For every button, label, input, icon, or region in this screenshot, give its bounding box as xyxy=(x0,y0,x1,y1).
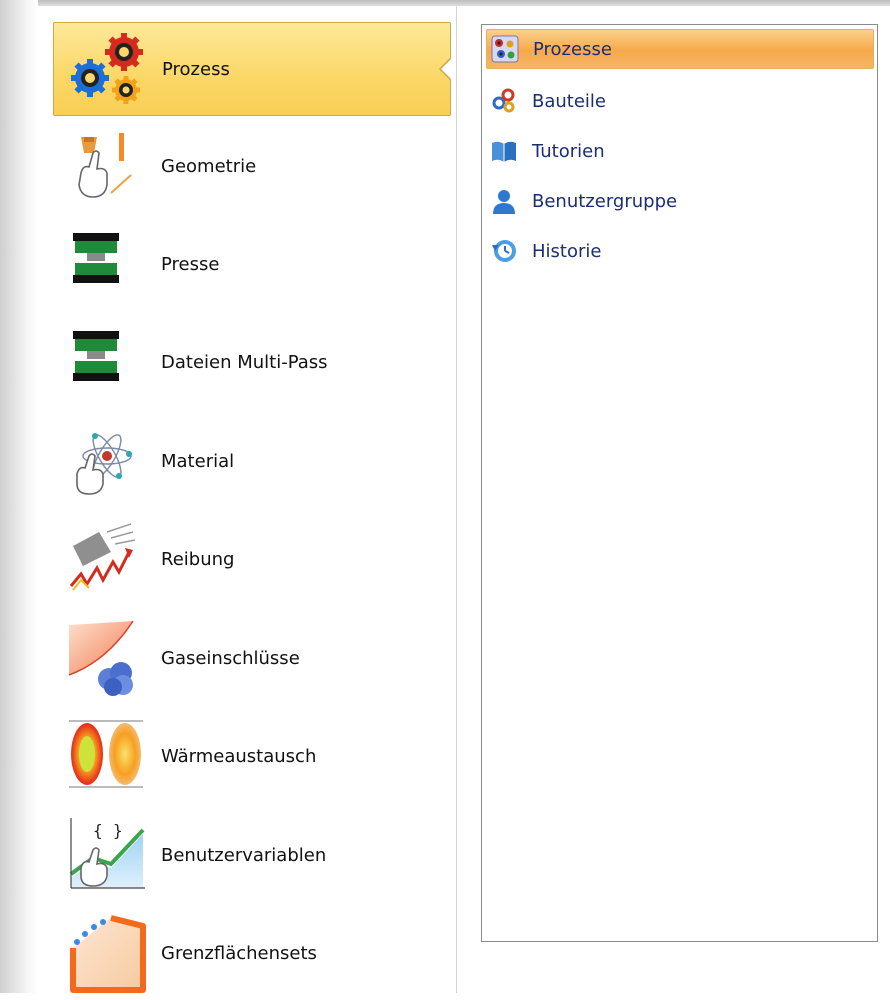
user-variables-icon: { } xyxy=(69,818,145,889)
sub-item-label: Historie xyxy=(532,240,602,262)
sub-item-benutzergruppe[interactable]: Benutzergruppe xyxy=(486,181,874,221)
press-icon xyxy=(73,233,119,283)
nav-item-prozess[interactable]: Prozess xyxy=(53,22,451,116)
nav-label: Material xyxy=(161,450,235,472)
sub-item-label: Benutzergruppe xyxy=(532,190,678,212)
nav-item-waermeaustausch[interactable]: Wärmeaustausch xyxy=(53,709,451,803)
sub-item-label: Bauteile xyxy=(532,90,606,112)
sub-item-bauteile[interactable]: Bauteile xyxy=(486,81,874,121)
friction-icon xyxy=(69,523,136,591)
parts-icon xyxy=(492,88,515,113)
history-icon xyxy=(492,240,516,262)
nav-label: Grenzflächensets xyxy=(161,942,317,964)
nav-label: Prozess xyxy=(162,58,230,80)
gas-bubbles-icon xyxy=(68,620,134,696)
processes-icon xyxy=(491,35,519,63)
nav-item-geometrie[interactable]: Geometrie xyxy=(53,119,451,213)
nav-item-material[interactable]: Material xyxy=(53,414,451,508)
user-group-icon xyxy=(493,190,515,214)
window-shadow-left xyxy=(0,0,38,993)
nav-label: Benutzervariablen xyxy=(161,844,327,866)
heat-exchange-icon xyxy=(69,719,143,789)
sub-list-panel: Prozesse Bauteile Tutorien Benutzergrupp… xyxy=(481,24,878,942)
left-nav-pane: Prozess Geometrie Presse Dateien Multi-P… xyxy=(36,6,457,993)
gears-icon xyxy=(71,33,143,104)
nav-item-gaseinschluesse[interactable]: Gaseinschlüsse xyxy=(53,611,451,705)
selection-caret xyxy=(441,59,451,79)
nav-label: Wärmeaustausch xyxy=(161,745,317,767)
sub-item-historie[interactable]: Historie xyxy=(486,231,874,271)
nav-item-grenzflaechensets[interactable]: Grenzflächensets xyxy=(53,906,451,1000)
nav-label: Dateien Multi-Pass xyxy=(161,351,328,373)
svg-text:}: } xyxy=(113,821,123,840)
nav-item-benutzervariablen[interactable]: { } Benutzervariablen xyxy=(53,808,451,902)
geometry-hand-icon xyxy=(78,133,132,198)
nav-label: Presse xyxy=(161,253,220,275)
atom-hand-icon xyxy=(76,433,132,495)
sub-item-tutorien[interactable]: Tutorien xyxy=(486,131,874,171)
nav-item-presse[interactable]: Presse xyxy=(53,217,451,311)
nav-label: Gaseinschlüsse xyxy=(161,647,300,669)
svg-text:{: { xyxy=(93,821,103,840)
sub-item-label: Tutorien xyxy=(532,140,605,162)
nav-label: Reibung xyxy=(161,548,235,570)
tutorial-book-icon xyxy=(492,141,516,162)
sub-item-prozesse[interactable]: Prozesse xyxy=(486,29,874,69)
sub-item-label: Prozesse xyxy=(533,38,612,60)
multipass-press-icon xyxy=(73,331,119,381)
nav-item-reibung[interactable]: Reibung xyxy=(53,512,451,606)
nav-label: Geometrie xyxy=(161,155,257,177)
interface-sets-icon xyxy=(70,915,146,993)
nav-item-dateien-multi-pass[interactable]: Dateien Multi-Pass xyxy=(53,315,451,409)
